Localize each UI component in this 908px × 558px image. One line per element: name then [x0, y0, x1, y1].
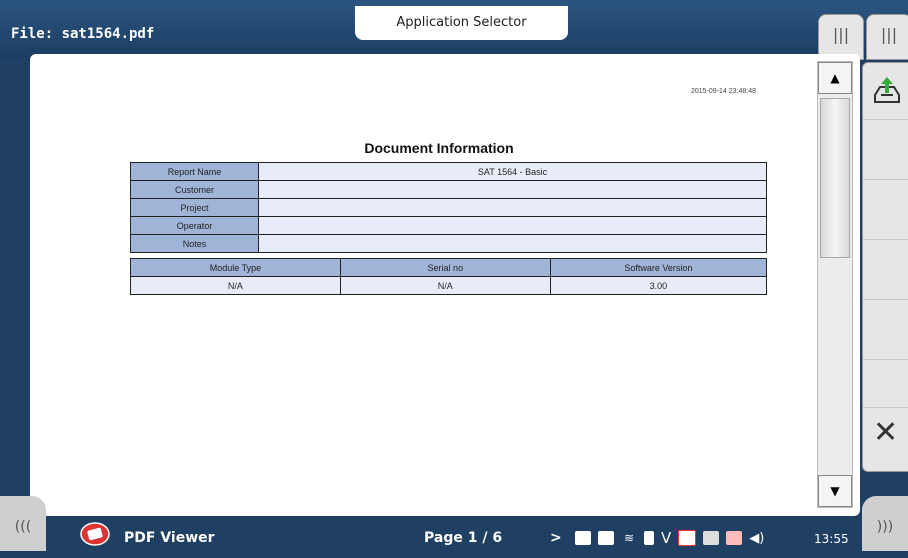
side-slot: [863, 361, 908, 408]
wifi-icon: ≋: [623, 531, 635, 545]
side-slot: [863, 121, 908, 180]
application-selector-button[interactable]: Application Selector: [355, 6, 568, 40]
bluetooth-icon: [644, 531, 654, 545]
scroll-thumb[interactable]: [820, 98, 850, 258]
document-title: Document Information: [364, 140, 514, 156]
vertical-scrollbar[interactable]: ▲ ▼: [817, 61, 853, 508]
side-slot: [863, 181, 908, 240]
app-name: PDF Viewer: [124, 530, 215, 546]
table-row: N/A N/A 3.00: [130, 276, 768, 295]
table-row: Notes: [130, 234, 767, 253]
side-slot: [863, 301, 908, 360]
camera-icon: [598, 531, 614, 545]
close-icon[interactable]: ✕: [873, 415, 898, 450]
info-label: Customer: [130, 180, 259, 199]
side-slot: [863, 63, 908, 120]
column-header: Module Type: [130, 258, 341, 277]
table-row: Operator: [130, 216, 767, 235]
next-page-button[interactable]: >: [550, 530, 562, 546]
nav-left-button[interactable]: (((: [0, 496, 46, 551]
table-cell: 3.00: [549, 276, 768, 295]
pdf-page: 2015-09-14 23:48:48 Document Information…: [36, 60, 842, 506]
side-panel: ✕: [862, 62, 908, 472]
pdf-app-icon: [80, 522, 110, 546]
battery-icon: [575, 531, 591, 545]
volume-icon: ◀): [749, 530, 765, 546]
page-indicator: Page 1 / 6: [424, 530, 503, 546]
info-label: Report Name: [130, 162, 259, 181]
column-header: Software Version: [549, 258, 768, 277]
table-row: Report Name SAT 1564 - Basic: [130, 162, 767, 181]
scroll-down-button[interactable]: ▼: [818, 475, 852, 507]
terminal-icon: [678, 530, 697, 546]
side-slot: [863, 241, 908, 300]
table-cell: N/A: [339, 276, 551, 295]
nav-right-button[interactable]: ))): [862, 496, 908, 551]
info-label: Project: [130, 198, 259, 217]
table-row: Customer: [130, 180, 767, 199]
status-icons: ≋ V ◀): [575, 528, 764, 548]
info-value: [258, 198, 767, 217]
clock: 13:55: [814, 532, 849, 546]
scroll-up-button[interactable]: ▲: [818, 62, 852, 94]
document-info-table: Report Name SAT 1564 - Basic Customer Pr…: [130, 162, 767, 253]
table-row: Project: [130, 198, 767, 217]
info-value: [258, 216, 767, 235]
info-value: [258, 234, 767, 253]
info-label: Notes: [130, 234, 259, 253]
module-info-table: Module Type Serial no Software Version N…: [130, 258, 768, 295]
pdf-viewer: 2015-09-14 23:48:48 Document Information…: [30, 54, 860, 516]
report-timestamp: 2015-09-14 23:48:48: [691, 88, 756, 95]
info-value: SAT 1564 - Basic: [258, 162, 767, 181]
network-icon: [726, 531, 743, 545]
table-header-row: Module Type Serial no Software Version: [130, 258, 768, 277]
file-title: File: sat1564.pdf: [11, 26, 155, 42]
info-value: [258, 180, 767, 199]
panel-tab-handle-2[interactable]: |||: [866, 14, 908, 60]
column-header: Serial no: [339, 258, 551, 277]
table-cell: N/A: [130, 276, 341, 295]
info-label: Operator: [130, 216, 259, 235]
v-status-icon: V: [661, 529, 672, 547]
satellite-icon: [703, 531, 720, 545]
